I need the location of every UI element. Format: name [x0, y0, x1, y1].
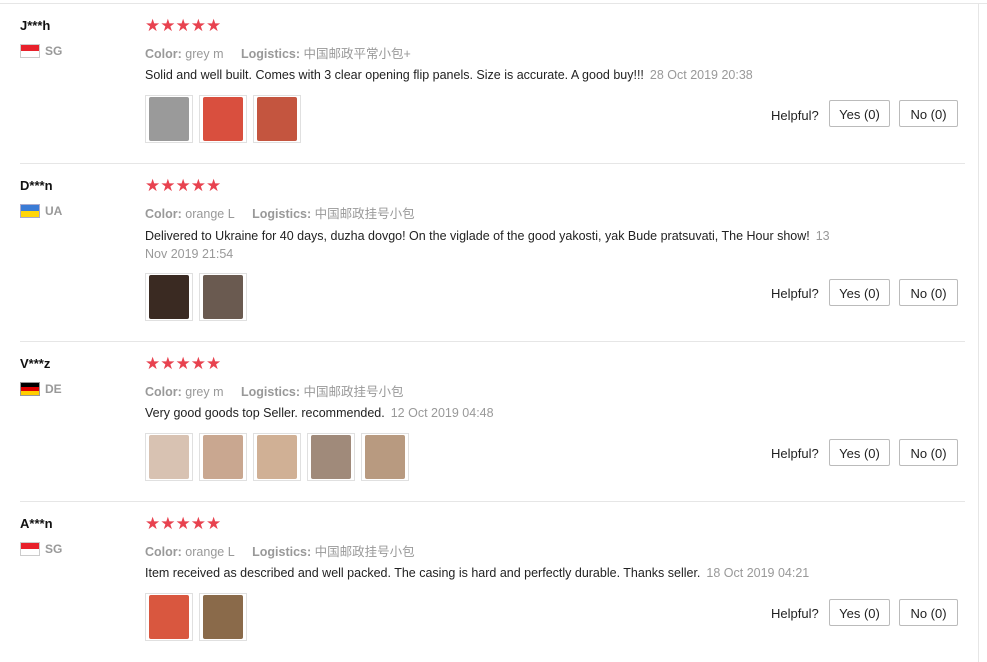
reviewer-country: UA	[20, 204, 62, 218]
helpful-label: Helpful?	[771, 286, 819, 301]
reviewer-name: J***h	[20, 18, 51, 33]
review-text: Item received as described and well pack…	[145, 564, 925, 582]
logistics-label: Logistics:	[252, 207, 312, 221]
color-label: Color:	[145, 545, 182, 559]
reviewer-name: D***n	[20, 178, 53, 193]
country-code: SG	[45, 542, 63, 556]
color-value: grey m	[185, 385, 224, 399]
review-body: Item received as described and well pack…	[145, 566, 701, 580]
review-meta: Color: orange L Logistics: 中国邮政挂号小包	[145, 203, 415, 222]
logistics-label: Logistics:	[240, 385, 301, 399]
germany-flag-icon	[20, 382, 40, 396]
review-photo[interactable]	[199, 433, 247, 481]
photo-thumbnails	[145, 95, 301, 143]
review-divider	[20, 341, 965, 342]
color-label: Color:	[145, 207, 182, 221]
reviewer-country: SG	[20, 44, 62, 58]
logistics-value: 中国邮政挂号小包	[303, 385, 404, 399]
ukraine-flag-icon	[20, 204, 40, 218]
review-text: Delivered to Ukraine for 40 days, duzha …	[145, 227, 835, 263]
singapore-flag-icon	[20, 44, 40, 58]
color-label: Color:	[145, 47, 182, 61]
photo-thumbnails	[145, 273, 247, 321]
photo-thumbnails	[145, 433, 409, 481]
logistics-label: Logistics:	[240, 47, 301, 61]
star-rating: ★★★★★	[145, 514, 222, 533]
review-divider	[20, 163, 965, 164]
review-body: Delivered to Ukraine for 40 days, duzha …	[145, 229, 810, 243]
review-photo[interactable]	[145, 433, 193, 481]
review-meta: Color: orange L Logistics: 中国邮政挂号小包	[145, 541, 415, 560]
color-label: Color:	[145, 385, 182, 399]
reviewer-name: A***n	[20, 516, 53, 531]
helpful-yes-button[interactable]: Yes (0)	[829, 599, 890, 626]
helpful-label: Helpful?	[771, 446, 819, 461]
star-rating: ★★★★★	[145, 16, 222, 35]
review-meta: Color: grey m Logistics: 中国邮政平常小包+	[145, 43, 411, 62]
star-rating: ★★★★★	[145, 176, 222, 195]
helpful-yes-button[interactable]: Yes (0)	[829, 100, 890, 127]
top-border	[0, 3, 987, 4]
photo-thumbnails	[145, 593, 247, 641]
review-date: 28 Oct 2019 20:38	[649, 68, 753, 82]
review-photo[interactable]	[199, 273, 247, 321]
star-rating: ★★★★★	[145, 354, 222, 373]
color-value: orange L	[185, 207, 235, 221]
reviewer-country: DE	[20, 382, 62, 396]
right-border	[978, 3, 979, 662]
review-body: Solid and well built. Comes with 3 clear…	[145, 68, 644, 82]
review-photo[interactable]	[307, 433, 355, 481]
helpful-no-button[interactable]: No (0)	[899, 439, 958, 466]
review-photo[interactable]	[199, 593, 247, 641]
singapore-flag-icon	[20, 542, 40, 556]
review-date: 12 Oct 2019 04:48	[390, 406, 494, 420]
review-meta: Color: grey m Logistics: 中国邮政挂号小包	[145, 381, 404, 400]
country-code: DE	[45, 382, 62, 396]
helpful-yes-button[interactable]: Yes (0)	[829, 279, 890, 306]
review-date: 18 Oct 2019 04:21	[706, 566, 810, 580]
review-body: Very good goods top Seller. recommended.	[145, 406, 385, 420]
reviewer-name: V***z	[20, 356, 51, 371]
logistics-value: 中国邮政挂号小包	[314, 207, 415, 221]
color-value: orange L	[185, 545, 235, 559]
review-text: Very good goods top Seller. recommended.…	[145, 404, 845, 422]
review-photo[interactable]	[145, 95, 193, 143]
helpful-no-button[interactable]: No (0)	[899, 279, 958, 306]
reviewer-country: SG	[20, 542, 62, 556]
review-text: Solid and well built. Comes with 3 clear…	[145, 66, 845, 84]
helpful-label: Helpful?	[771, 606, 819, 621]
review-photo[interactable]	[145, 273, 193, 321]
review-photo[interactable]	[253, 433, 301, 481]
country-code: SG	[45, 44, 63, 58]
helpful-no-button[interactable]: No (0)	[899, 100, 958, 127]
review-photo[interactable]	[361, 433, 409, 481]
country-code: UA	[45, 204, 63, 218]
color-value: grey m	[185, 47, 224, 61]
review-photo[interactable]	[145, 593, 193, 641]
review-photo[interactable]	[253, 95, 301, 143]
logistics-label: Logistics:	[252, 545, 312, 559]
helpful-yes-button[interactable]: Yes (0)	[829, 439, 890, 466]
helpful-no-button[interactable]: No (0)	[899, 599, 958, 626]
review-divider	[20, 501, 965, 502]
helpful-label: Helpful?	[771, 108, 819, 123]
review-photo[interactable]	[199, 95, 247, 143]
logistics-value: 中国邮政挂号小包	[314, 545, 415, 559]
logistics-value: 中国邮政平常小包+	[303, 47, 411, 61]
